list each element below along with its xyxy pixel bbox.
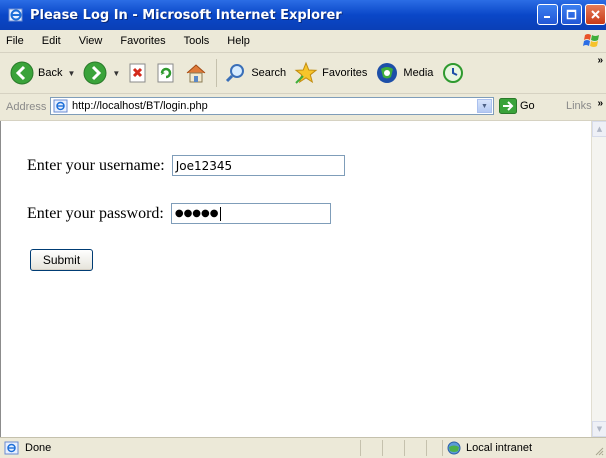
menu-help[interactable]: Help [218, 35, 259, 47]
history-button[interactable] [437, 57, 469, 89]
intranet-zone-icon [447, 441, 461, 455]
internet-explorer-icon [8, 7, 24, 23]
password-row: Enter your password: ●●●●● [27, 203, 331, 224]
status-divider [360, 440, 361, 456]
media-icon [377, 63, 398, 83]
home-button[interactable] [180, 57, 212, 89]
forward-arrow-icon [83, 61, 107, 85]
zone-label: Local intranet [466, 442, 533, 454]
windows-logo-icon [583, 34, 599, 47]
menu-edit[interactable]: Edit [33, 35, 70, 47]
menu-tools[interactable]: Tools [175, 35, 219, 47]
back-arrow-icon [10, 61, 34, 85]
browser-window: Please Log In - Microsoft Internet Explo… [0, 0, 606, 458]
stop-button[interactable] [124, 57, 152, 89]
menu-file[interactable]: File [0, 35, 33, 47]
text-caret [219, 206, 221, 221]
address-input[interactable]: http://localhost/BT/login.php ▼ [50, 97, 494, 115]
password-mask: ●●●●● [174, 208, 219, 219]
status-divider [404, 440, 405, 456]
window-title: Please Log In - Microsoft Internet Explo… [30, 7, 342, 23]
password-label: Enter your password: [27, 204, 168, 222]
title-bar[interactable]: Please Log In - Microsoft Internet Explo… [0, 0, 606, 30]
stop-icon [129, 63, 146, 83]
minimize-button[interactable] [537, 4, 558, 25]
maximize-icon [566, 9, 577, 20]
search-label: Search [251, 67, 287, 79]
status-left: Done [4, 441, 51, 455]
chevron-down-icon: ▼ [481, 102, 488, 110]
media-label: Media [403, 67, 434, 79]
submit-button[interactable]: Submit [30, 249, 93, 271]
chevron-up-icon: ▲ [596, 125, 603, 133]
status-divider [382, 440, 383, 456]
security-zone[interactable]: Local intranet [446, 441, 532, 455]
page-content: Enter your username: Joe12345 Enter your… [0, 121, 591, 437]
toolbar-separator [216, 59, 218, 87]
username-input[interactable]: Joe12345 [171, 155, 345, 176]
forward-dropdown-icon[interactable]: ▼ [112, 69, 120, 78]
page-icon [53, 99, 68, 113]
status-divider [442, 440, 443, 456]
go-label: Go [520, 100, 535, 112]
username-value: Joe12345 [175, 158, 233, 173]
search-button[interactable]: Search [221, 57, 290, 89]
status-bar: Done Local intranet [0, 437, 606, 458]
minimize-icon [544, 16, 550, 18]
address-dropdown-button[interactable]: ▼ [477, 99, 492, 113]
media-button[interactable]: Media [371, 57, 437, 89]
search-icon [226, 64, 245, 83]
history-icon [443, 63, 464, 83]
favorites-label: Favorites [322, 67, 368, 79]
menu-favorites[interactable]: Favorites [111, 35, 174, 47]
back-label: Back [38, 67, 63, 79]
address-label: Address [6, 101, 47, 113]
refresh-icon [157, 63, 174, 83]
status-text: Done [25, 442, 52, 454]
password-input[interactable]: ●●●●● [170, 203, 331, 224]
scroll-up-button[interactable]: ▲ [592, 121, 606, 137]
star-icon [294, 61, 318, 84]
refresh-button[interactable] [152, 57, 180, 89]
home-icon [186, 64, 206, 83]
menu-bar: File Edit View Favorites Tools Help [0, 30, 606, 53]
go-arrow-icon [499, 98, 517, 114]
maximize-button[interactable] [561, 4, 582, 25]
standard-toolbar: Back ▼ ▼ Search Favorites Media » [0, 53, 606, 94]
close-icon [591, 10, 600, 19]
menu-view[interactable]: View [70, 35, 112, 47]
toolbar-more-icon[interactable]: » [597, 55, 603, 66]
username-row: Enter your username: Joe12345 [27, 155, 345, 176]
resize-grip-icon[interactable] [594, 446, 604, 456]
back-button[interactable]: Back ▼ [6, 57, 79, 89]
address-bar: Address http://localhost/BT/login.php ▼ … [0, 94, 606, 121]
submit-label: Submit [42, 253, 81, 267]
back-dropdown-icon[interactable]: ▼ [67, 69, 75, 78]
username-label: Enter your username: [27, 156, 169, 174]
status-divider [426, 440, 427, 456]
favorites-button[interactable]: Favorites [290, 57, 371, 89]
chevron-down-icon: ▼ [596, 425, 603, 433]
page-done-icon [4, 441, 19, 455]
links-more-icon[interactable]: » [597, 98, 603, 109]
go-button[interactable]: Go [499, 98, 535, 114]
forward-button[interactable]: ▼ [79, 57, 124, 89]
links-label[interactable]: Links [566, 100, 592, 112]
close-button[interactable] [585, 4, 606, 25]
address-url: http://localhost/BT/login.php [72, 100, 208, 112]
vertical-scrollbar[interactable]: ▲ ▼ [591, 121, 606, 437]
scroll-down-button[interactable]: ▼ [592, 421, 606, 437]
